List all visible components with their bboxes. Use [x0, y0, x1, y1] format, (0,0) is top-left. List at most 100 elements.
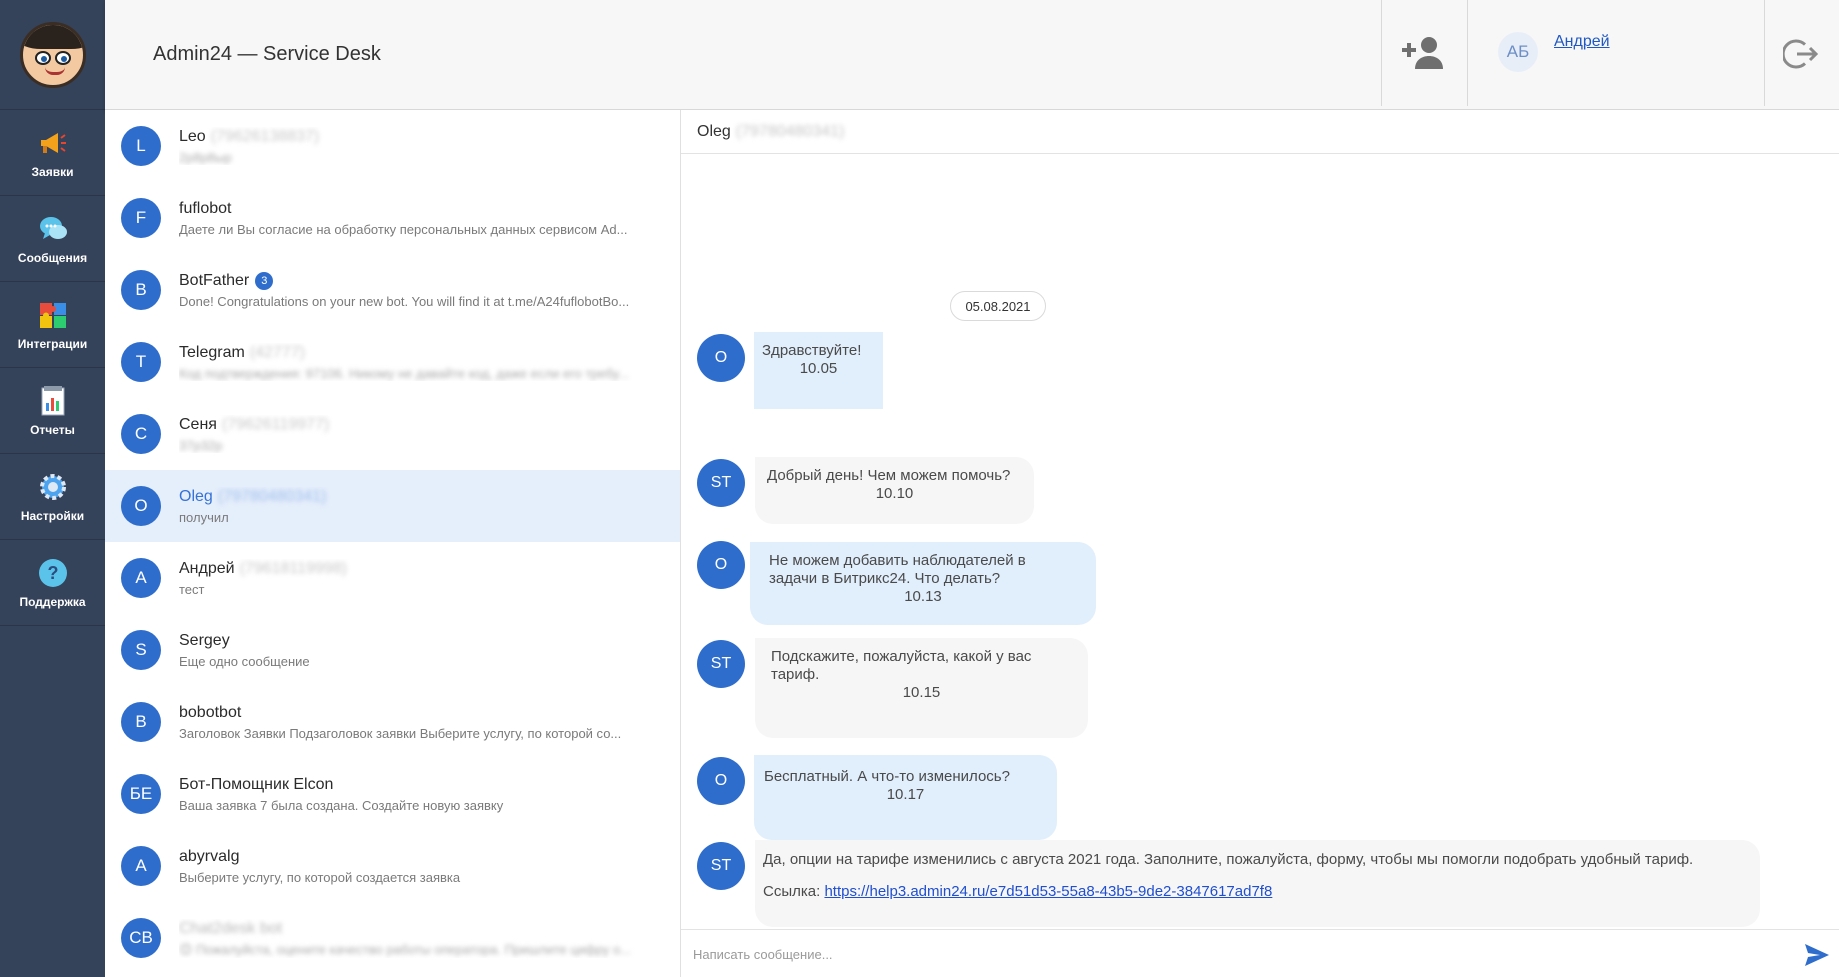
contact-last-message: Еще одно сообщение	[179, 654, 310, 669]
sidebar-item-label: Интеграции	[17, 336, 88, 351]
header-divider	[1381, 0, 1382, 106]
contact-avatar: S	[121, 630, 161, 670]
contact-phone: (79626119977)	[221, 416, 330, 433]
message-row: ST	[697, 459, 745, 507]
sidebar-item-label: Отчеты	[30, 422, 75, 437]
message-time: 10.15	[902, 684, 941, 701]
message-avatar: ST	[697, 640, 745, 688]
message-link[interactable]: https://help3.admin24.ru/e7d51d53-55a8-4…	[824, 883, 1272, 900]
message-time: 10.10	[875, 485, 914, 502]
contact-last-message: Даете ли Вы согласие на обработку персон…	[179, 222, 628, 237]
contact-list: L Leo (79626138837) 2р8р8ыр Ffuflobot Даете л…	[105, 110, 681, 977]
message-avatar: O	[697, 541, 745, 589]
contact-item[interactable]: O Oleg (79780480341) получил	[105, 470, 680, 542]
contact-phone: (79618119998)	[239, 560, 347, 577]
message-row: O	[697, 541, 745, 589]
contact-name: fuflobot	[179, 200, 232, 217]
message-bubble: Добрый день! Чем можем помочь? 10.10	[755, 457, 1034, 524]
contact-name-row: fuflobot	[179, 199, 669, 219]
contact-item[interactable]: А Андрей (79618119998) тест	[105, 542, 680, 614]
user-name-link[interactable]: Андрей	[1554, 33, 1610, 51]
contact-avatar: А	[121, 558, 161, 598]
megaphone-icon	[37, 127, 69, 159]
app-logo[interactable]	[0, 0, 105, 110]
message-text: Здравствуйте!	[762, 342, 862, 359]
contact-last-message: 😊 Пожалуйста, оцените качество работы оп…	[179, 941, 632, 957]
chat-header: Oleg (79780480341)	[681, 110, 1839, 154]
contact-name-row: Oleg (79780480341)	[179, 487, 669, 507]
contact-name: Sergey	[179, 632, 230, 649]
message-bubble: Не можем добавить наблюдателей в задачи …	[750, 542, 1096, 625]
contact-name-row: Chat2desk bot	[179, 919, 669, 939]
message-avatar: O	[697, 334, 745, 382]
contact-item[interactable]: Aabyrvalg Выберите услугу, по которой соз…	[105, 830, 680, 902]
contact-name: Oleg	[179, 488, 213, 505]
contact-item[interactable]: CB Chat2desk bot 😊 Пожалуйста, оцените кач…	[105, 902, 680, 974]
contact-item[interactable]: Ffuflobot Даете ли Вы согласие на обработ…	[105, 182, 680, 254]
message-input[interactable]	[693, 942, 1773, 966]
contact-avatar: БЕ	[121, 774, 161, 814]
contact-item[interactable]: Bbobotbot Заголовок Заявки Подзаголовок з…	[105, 686, 680, 758]
message-text: Не можем добавить наблюдателей в задачи …	[769, 552, 1026, 587]
contact-last-message: Done! Congratulations on your new bot. Y…	[179, 294, 630, 309]
message-text: Бесплатный. А что-то изменилось?	[764, 768, 1010, 785]
contact-name: BotFather	[179, 272, 250, 289]
contact-name-row: Leo (79626138837)	[179, 127, 669, 147]
send-icon	[1805, 944, 1829, 966]
logout-button[interactable]	[1781, 36, 1819, 72]
contact-phone: (42777)	[249, 344, 305, 361]
contact-name: bobotbot	[179, 704, 242, 721]
contact-name-row: Сеня (79626119977)	[179, 415, 669, 435]
contact-name: Leo	[179, 128, 206, 145]
message-row: O	[697, 757, 745, 805]
contact-phone: (79626138837)	[210, 128, 320, 145]
chat-contact-name: Oleg	[697, 122, 731, 140]
contact-item[interactable]: T Telegram (42777) Код подтверждения: 97106…	[105, 326, 680, 398]
contact-item[interactable]: БЕ Бот-Помощник Elcon Ваша заявка 7 была с…	[105, 758, 680, 830]
contact-item[interactable]: S Sergey Еще одно сообщение	[105, 614, 680, 686]
contact-item[interactable]: B BotFather 3 Done! Congratulations on your…	[105, 254, 680, 326]
contact-last-message: Код подтверждения: 97106. Никому не дава…	[179, 366, 629, 381]
contact-item[interactable]: L Leo (79626138837) 2р8р8ыр	[105, 110, 680, 182]
message-avatar: O	[697, 757, 745, 805]
contact-last-message: получил	[179, 510, 229, 525]
logout-icon	[1781, 39, 1819, 69]
contact-avatar: O	[121, 486, 161, 526]
avatar-mascot-icon	[19, 21, 86, 88]
contact-last-message: тест	[179, 582, 205, 597]
message-avatar: ST	[697, 459, 745, 507]
contact-name: Бот-Помощник Elcon	[179, 776, 334, 793]
gear-icon	[37, 471, 69, 503]
sidebar-item-support[interactable]: ? Поддержка	[0, 540, 105, 626]
contact-name-row: Бот-Помощник Elcon	[179, 775, 669, 795]
sidebar-item-messages[interactable]: Сообщения	[0, 196, 105, 282]
sidebar-item-label: Заявки	[31, 164, 74, 179]
message-time: 10.05	[799, 360, 838, 377]
sidebar-item-reports[interactable]: Отчеты	[0, 368, 105, 454]
message-row: O	[697, 334, 745, 382]
message-avatar: ST	[697, 842, 745, 890]
message-time: 10.13	[904, 588, 942, 605]
message-text: Подскажите, пожалуйста, какой у вас тари…	[771, 648, 1032, 683]
message-text: Да, опции на тарифе изменились с августа…	[763, 851, 1694, 868]
sidebar-item-requests[interactable]: Заявки	[0, 110, 105, 196]
message-row: ST	[697, 640, 745, 688]
sidebar-item-settings[interactable]: Настройки	[0, 454, 105, 540]
sidebar-item-integrations[interactable]: Интеграции	[0, 282, 105, 368]
contact-name: Telegram	[179, 344, 245, 361]
add-person-icon	[1402, 37, 1443, 69]
add-user-button[interactable]	[1399, 33, 1447, 73]
message-row: ST	[697, 842, 745, 890]
contact-name-row: bobotbot	[179, 703, 669, 723]
send-button[interactable]	[1803, 942, 1831, 968]
contact-avatar: F	[121, 198, 161, 238]
unread-badge: 3	[255, 272, 274, 290]
contact-avatar: B	[121, 702, 161, 742]
chat-bubbles-icon	[37, 213, 69, 245]
user-avatar[interactable]: АБ	[1498, 32, 1538, 72]
sidebar-item-label: Настройки	[20, 508, 85, 523]
message-bubble: Подскажите, пожалуйста, какой у вас тари…	[755, 638, 1088, 738]
contact-name: Chat2desk bot	[179, 919, 283, 937]
message-bubble: Бесплатный. А что-то изменилось? 10.17	[754, 755, 1057, 840]
contact-item[interactable]: C Сеня (79626119977) 37р32р	[105, 398, 680, 470]
